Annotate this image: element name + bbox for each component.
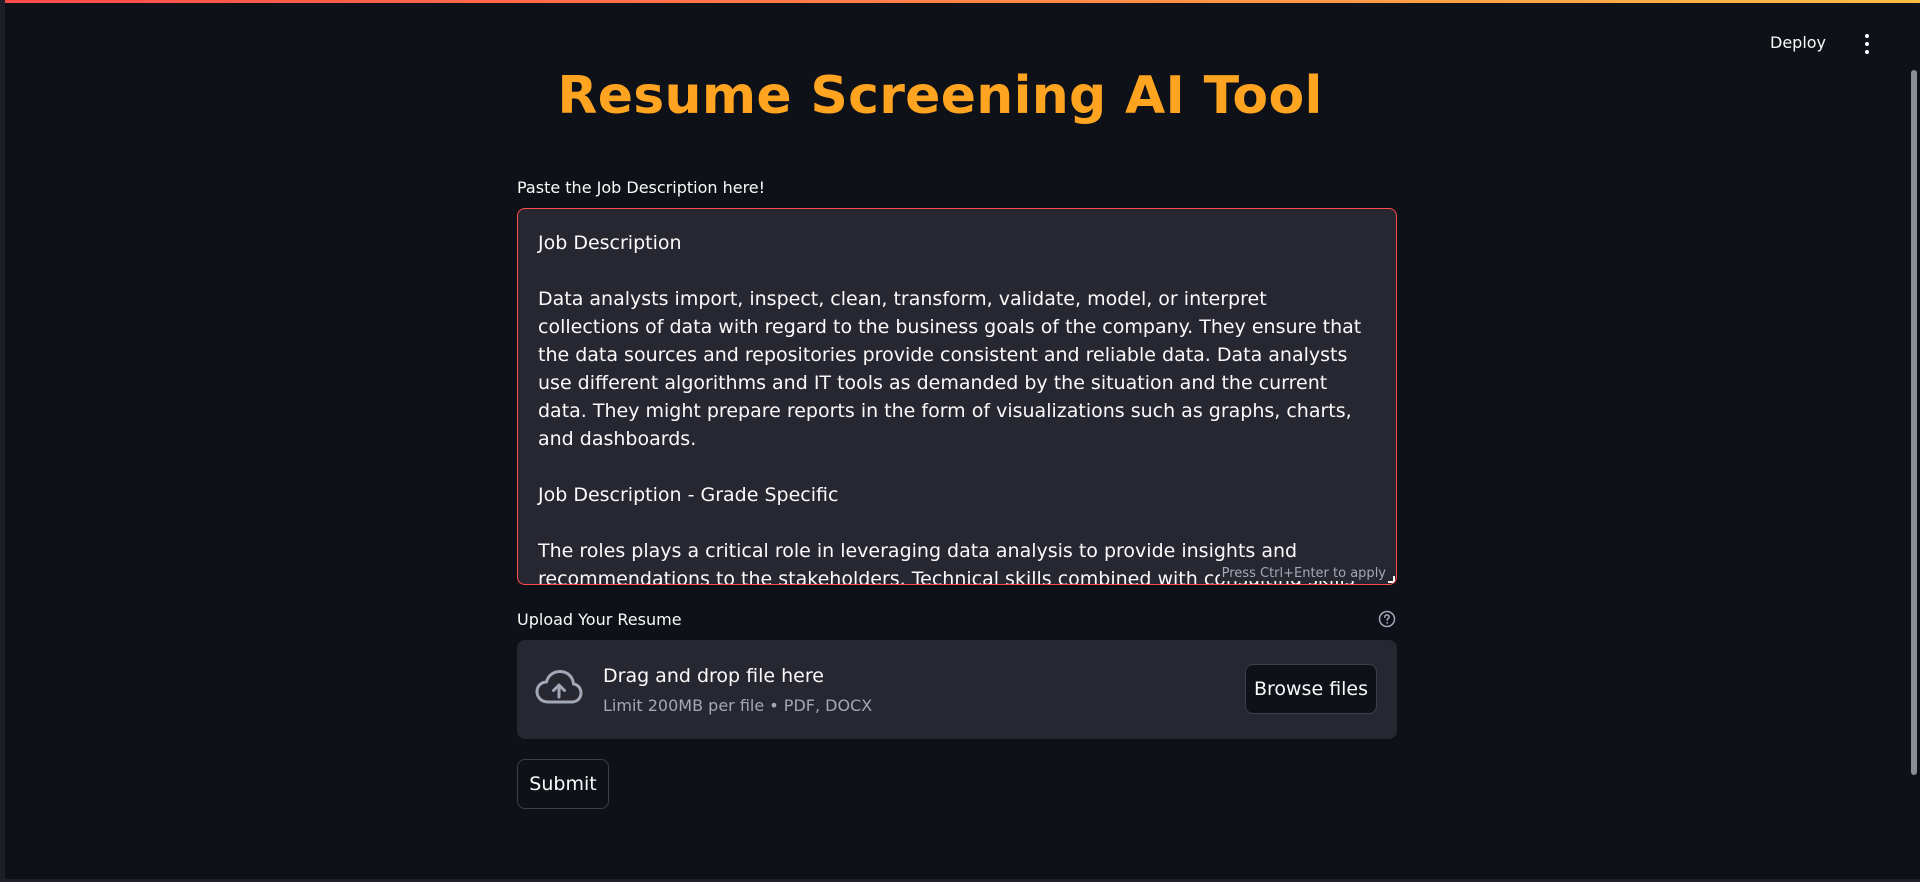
textarea-hint: Press Ctrl+Enter to apply: [1219, 566, 1388, 581]
browse-files-button[interactable]: Browse files: [1245, 664, 1377, 714]
file-dropzone[interactable]: Drag and drop file here Limit 200MB per …: [517, 640, 1397, 739]
cloud-upload-icon: [535, 670, 583, 704]
submit-button[interactable]: Submit: [517, 759, 609, 809]
dropzone-subtitle: Limit 200MB per file • PDF, DOCX: [603, 696, 873, 715]
menu-dot: [1865, 34, 1869, 38]
page-scrollbar[interactable]: [1911, 70, 1917, 775]
dropzone-title: Drag and drop file here: [603, 665, 824, 687]
menu-dot: [1865, 50, 1869, 54]
job-description-textarea[interactable]: Job Description Data analysts import, in…: [517, 208, 1397, 585]
top-decoration-bar: [0, 0, 1920, 3]
streamlit-app: Deploy Resume Screening AI Tool Paste th…: [0, 0, 1920, 882]
resize-handle-icon[interactable]: [1388, 576, 1395, 583]
deploy-button[interactable]: Deploy: [1770, 33, 1826, 52]
menu-dot: [1865, 42, 1869, 46]
page-title: Resume Screening AI Tool: [557, 66, 1323, 126]
job-description-text[interactable]: Job Description Data analysts import, in…: [538, 229, 1370, 584]
question-circle-icon[interactable]: [1378, 610, 1396, 628]
window-frame-left: [0, 0, 5, 882]
scrollbar-thumb[interactable]: [1911, 70, 1917, 775]
more-vertical-icon[interactable]: [1862, 34, 1872, 54]
job-description-label: Paste the Job Description here!: [517, 178, 766, 197]
upload-label: Upload Your Resume: [517, 610, 682, 629]
